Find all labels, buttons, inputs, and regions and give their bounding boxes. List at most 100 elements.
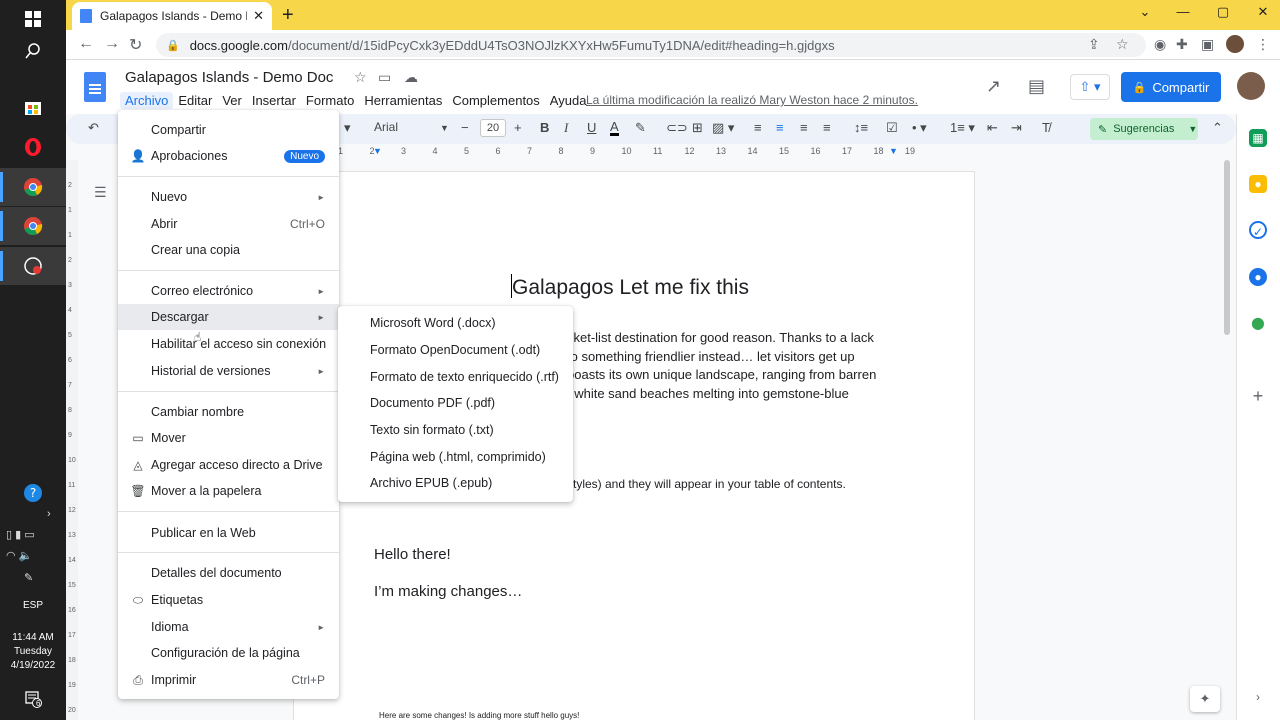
text-color-icon[interactable]: A: [610, 120, 619, 136]
screen-recorder-icon[interactable]: [0, 247, 66, 285]
cloud-saved-icon[interactable]: ☁: [404, 69, 418, 86]
notification-icon[interactable]: 6: [0, 680, 66, 718]
line-spacing-icon[interactable]: ↕≡: [854, 120, 868, 135]
browser-tab[interactable]: Galapagos Islands - Demo Doc - Goo ✕: [72, 2, 272, 30]
docs-logo-icon[interactable]: [84, 72, 106, 102]
bulleted-list-icon[interactable]: • ▾: [912, 120, 927, 136]
menu-ayuda[interactable]: Ayuda: [545, 92, 592, 109]
collapse-toolbar-icon[interactable]: ⌃: [1212, 120, 1223, 136]
download-pdf[interactable]: Documento PDF (.pdf): [370, 396, 495, 410]
document-scrollbar[interactable]: [1222, 158, 1232, 720]
present-meeting-button[interactable]: ⇧ ▾: [1070, 74, 1110, 100]
menu-item-acceso-directo[interactable]: ◬ Agregar acceso directo a Drive: [118, 452, 339, 478]
align-right-icon[interactable]: ≡: [800, 120, 808, 135]
minimize-button[interactable]: —: [1168, 4, 1198, 19]
increase-font-icon[interactable]: +: [514, 120, 522, 135]
paragraph-line[interactable]: boasts its own unique landscape, ranging…: [567, 367, 876, 382]
close-window-button[interactable]: ✕: [1248, 4, 1278, 20]
menu-item-etiquetas[interactable]: ⬭ Etiquetas: [118, 587, 339, 613]
underline-icon[interactable]: U: [587, 120, 596, 135]
menu-archivo[interactable]: Archivo: [120, 92, 174, 109]
user-avatar[interactable]: [1237, 72, 1265, 100]
network-volume-icons[interactable]: ◠ 🔈: [6, 549, 32, 562]
extension-icon[interactable]: ◉: [1154, 36, 1166, 53]
side-panel-icon[interactable]: ▣: [1201, 36, 1214, 53]
menu-item-mover[interactable]: ▭ Mover: [118, 425, 339, 451]
menu-ver[interactable]: Ver: [217, 92, 247, 109]
justify-icon[interactable]: ≡: [823, 120, 831, 135]
download-rtf[interactable]: Formato de texto enriquecido (.rtf): [370, 370, 559, 384]
download-epub[interactable]: Archivo EPUB (.epub): [370, 476, 492, 490]
download-html[interactable]: Página web (.html, comprimido): [370, 450, 546, 464]
close-tab-icon[interactable]: ✕: [253, 8, 264, 24]
menu-complementos[interactable]: Complementos: [447, 92, 544, 109]
style-dropdown-icon[interactable]: ▾: [344, 120, 351, 136]
menu-item-compartir[interactable]: Compartir: [118, 117, 339, 143]
italic-icon[interactable]: I: [564, 120, 568, 136]
vertical-ruler[interactable]: 2 1 1 2 3 4 5 6 7 8 9 10 11 12 13 14 15 16 17 18 19 20: [66, 160, 78, 720]
menu-item-historial[interactable]: Historial de versiones ►: [118, 358, 339, 384]
profile-avatar[interactable]: [1226, 35, 1244, 53]
menu-item-crear-copia[interactable]: Crear una copia: [118, 237, 339, 263]
move-folder-icon[interactable]: ▭: [378, 69, 391, 86]
chrome-app-icon[interactable]: [0, 168, 66, 206]
keep-icon[interactable]: ●: [1249, 175, 1267, 193]
lock-icon[interactable]: 🔒: [166, 39, 180, 52]
indent-marker-right-icon[interactable]: ▼: [889, 146, 898, 156]
font-dropdown-icon[interactable]: ▼: [440, 123, 449, 133]
menu-herramientas[interactable]: Herramientas: [359, 92, 447, 109]
increase-indent-icon[interactable]: ⇥: [1011, 120, 1022, 136]
scrollbar-thumb[interactable]: [1224, 160, 1230, 335]
menu-formato[interactable]: Formato: [301, 92, 359, 109]
share-button[interactable]: 🔒 Compartir: [1121, 72, 1221, 102]
comments-icon[interactable]: ▤: [1028, 76, 1045, 97]
chrome-app-icon-2[interactable]: [0, 207, 66, 245]
paragraph-line[interactable]: to something friendlier instead… let vis…: [567, 349, 855, 364]
menu-item-detalles[interactable]: Detalles del documento: [118, 560, 339, 586]
browser-menu-icon[interactable]: ⋮: [1256, 36, 1270, 53]
font-size-input[interactable]: 20: [480, 119, 506, 137]
menu-item-config-pagina[interactable]: Configuración de la página: [118, 640, 339, 666]
menu-item-idioma[interactable]: Idioma ►: [118, 614, 339, 640]
explore-button[interactable]: ✦: [1190, 686, 1220, 712]
menu-item-correo[interactable]: Correo electrónico ►: [118, 278, 339, 304]
menu-item-descargar[interactable]: Descargar ►: [118, 304, 339, 330]
menu-item-papelera[interactable]: 🗑 Mover a la papelera: [118, 478, 339, 504]
menu-item-offline[interactable]: Habilitar el acceso sin conexión: [118, 331, 339, 357]
reload-icon[interactable]: ↻: [129, 35, 142, 55]
paragraph-line[interactable]: f white sand beaches melting into gemsto…: [567, 386, 849, 401]
opera-app-icon[interactable]: [0, 128, 66, 166]
store-app-icon[interactable]: [0, 88, 66, 126]
changes-text[interactable]: I’m making changes…: [374, 583, 522, 600]
search-icon[interactable]: [0, 32, 66, 70]
numbered-list-icon[interactable]: 1≡ ▾: [950, 120, 975, 136]
bold-icon[interactable]: B: [540, 120, 549, 135]
insert-link-icon[interactable]: ⊂⊃: [666, 120, 688, 136]
download-txt[interactable]: Texto sin formato (.txt): [370, 423, 494, 437]
download-odt[interactable]: Formato OpenDocument (.odt): [370, 343, 540, 357]
insert-image-icon[interactable]: ▨ ▾: [712, 120, 734, 136]
puzzle-extensions-icon[interactable]: ✚: [1176, 36, 1188, 53]
contacts-icon[interactable]: ●: [1249, 268, 1267, 286]
checklist-icon[interactable]: ☑: [886, 120, 898, 136]
tab-search-icon[interactable]: ⌄: [1130, 4, 1160, 20]
insert-comment-icon[interactable]: ⊞: [692, 120, 703, 136]
clock-time[interactable]: 11:44 AM: [0, 632, 66, 643]
decrease-indent-icon[interactable]: ⇤: [987, 120, 998, 136]
align-left-icon[interactable]: ≡: [754, 120, 762, 135]
last-edit-link[interactable]: La última modificación la realizó Mary W…: [586, 93, 918, 107]
menu-item-renombrar[interactable]: Cambiar nombre: [118, 399, 339, 425]
expand-panel-icon[interactable]: ›: [1249, 688, 1267, 706]
pen-icon[interactable]: ✎: [24, 571, 33, 584]
forward-icon[interactable]: →: [104, 35, 120, 53]
share-page-icon[interactable]: ⇪: [1088, 36, 1100, 53]
highlight-color-icon[interactable]: ✎: [635, 120, 646, 136]
paragraph-line[interactable]: cket-list destination for good reason. T…: [567, 330, 874, 345]
undo-icon[interactable]: ↶: [88, 120, 99, 136]
language-indicator[interactable]: ESP: [0, 600, 66, 611]
tasks-icon[interactable]: ✓: [1249, 221, 1267, 239]
menu-item-imprimir[interactable]: ⎙ Imprimir Ctrl+P: [118, 667, 339, 693]
bookmark-star-icon[interactable]: ☆: [1116, 36, 1129, 53]
horizontal-ruler[interactable]: ▼ ▼ 1 2 3 4 5 6 7 8 9 10 11 12 13 14 15 16 17 18 19: [338, 146, 974, 158]
hello-text[interactable]: Hello there!: [374, 546, 451, 563]
